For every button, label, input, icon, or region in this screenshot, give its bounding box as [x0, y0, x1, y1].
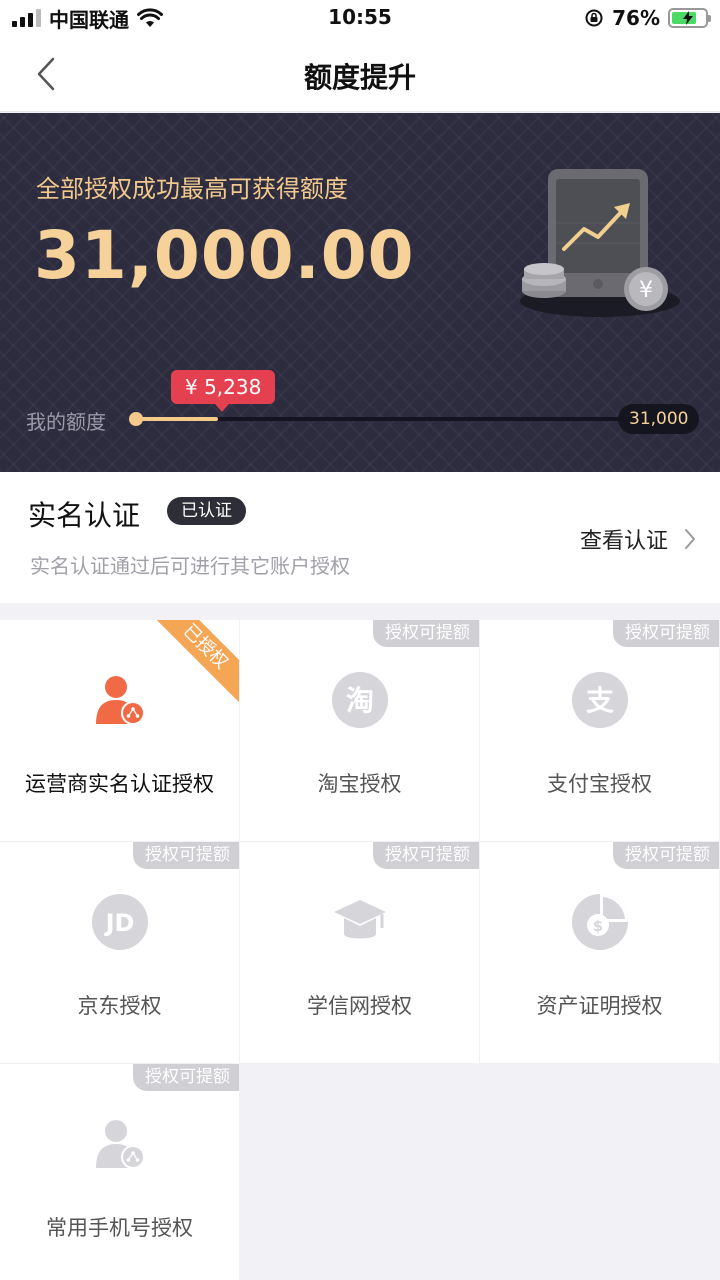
battery-icon	[668, 8, 711, 28]
tablet-growth-illustration: ¥	[520, 169, 680, 317]
tile-label: 支付宝授权	[547, 772, 652, 796]
tile-label: 常用手机号授权	[46, 1216, 193, 1240]
asset-chart-icon: $	[572, 894, 628, 950]
realname-section: 实名认证 已认证 实名认证通过后可进行其它账户授权 查看认证	[0, 472, 720, 603]
limit-hero-banner: 全部授权成功最高可获得额度 31,000.00 ¥ 我的额度 ¥ 5,238 3…	[0, 113, 720, 472]
my-limit-label: 我的额度	[26, 410, 106, 434]
battery-percent: 76%	[612, 6, 660, 30]
auth-tile-phone[interactable]: 授权可提额 常用手机号授权	[0, 1064, 239, 1280]
current-limit-bubble: ¥ 5,238	[171, 370, 276, 412]
svg-text:淘: 淘	[346, 684, 374, 717]
auth-tile-alipay[interactable]: 授权可提额 支 支付宝授权	[480, 620, 719, 841]
boost-tag: 授权可提额	[373, 842, 479, 869]
svg-text:支: 支	[586, 684, 614, 717]
chevron-right-icon	[685, 529, 695, 549]
status-right: 76%	[584, 6, 711, 30]
tile-label: 资产证明授权	[536, 994, 663, 1018]
auth-tile-assets[interactable]: 授权可提额 $ 资产证明授权	[480, 842, 719, 1063]
tile-label: 运营商实名认证授权	[25, 772, 214, 796]
verified-badge: 已认证	[167, 497, 246, 525]
tile-label: 淘宝授权	[317, 772, 402, 796]
tile-label: 京东授权	[77, 994, 162, 1018]
boost-tag: 授权可提额	[133, 1064, 239, 1091]
tile-label: 学信网授权	[307, 994, 412, 1018]
nav-bar: 额度提升	[0, 36, 720, 112]
phone-user-icon	[96, 1120, 145, 1169]
jd-icon: JD	[92, 894, 148, 950]
operator-user-icon	[96, 676, 145, 725]
page-title: 额度提升	[303, 61, 416, 94]
taobao-icon: 淘	[332, 672, 388, 728]
limit-progress-track	[135, 417, 625, 421]
auth-tile-jd[interactable]: 授权可提额 JD 京东授权	[0, 842, 239, 1063]
realname-title: 实名认证	[28, 499, 141, 532]
status-bar: 中国联通 10:55 76%	[0, 0, 720, 36]
boost-tag: 授权可提额	[373, 620, 479, 647]
rotation-lock-icon	[585, 9, 603, 27]
auth-tile-operator[interactable]: 已授权 运营商实名认证授权	[0, 620, 239, 841]
svg-text:JD: JD	[104, 909, 135, 937]
auth-tile-chsi[interactable]: 授权可提额 学信网授权	[240, 842, 479, 1063]
svg-text:$: $	[593, 917, 603, 935]
boost-tag: 授权可提额	[613, 620, 719, 647]
authorized-ribbon: 已授权	[144, 620, 239, 708]
max-limit-amount: 31,000.00	[34, 217, 415, 294]
charging-bolt-icon	[683, 11, 693, 25]
auth-tile-taobao[interactable]: 授权可提额 淘 淘宝授权	[240, 620, 479, 841]
max-limit-caption: 全部授权成功最高可获得额度	[36, 175, 348, 203]
max-limit-pill: 31,000	[618, 404, 700, 434]
realname-description: 实名认证通过后可进行其它账户授权	[30, 554, 350, 578]
view-verification-link[interactable]: 查看认证	[580, 522, 696, 556]
view-verification-label: 查看认证	[579, 529, 668, 554]
svg-text:¥: ¥	[639, 278, 653, 303]
boost-tag: 授权可提额	[133, 842, 239, 869]
limit-progress-fill	[135, 417, 218, 421]
alipay-icon: 支	[572, 672, 628, 728]
graduation-cap-icon	[334, 900, 386, 939]
progress-start-dot	[129, 412, 143, 426]
boost-tag: 授权可提额	[613, 842, 719, 869]
